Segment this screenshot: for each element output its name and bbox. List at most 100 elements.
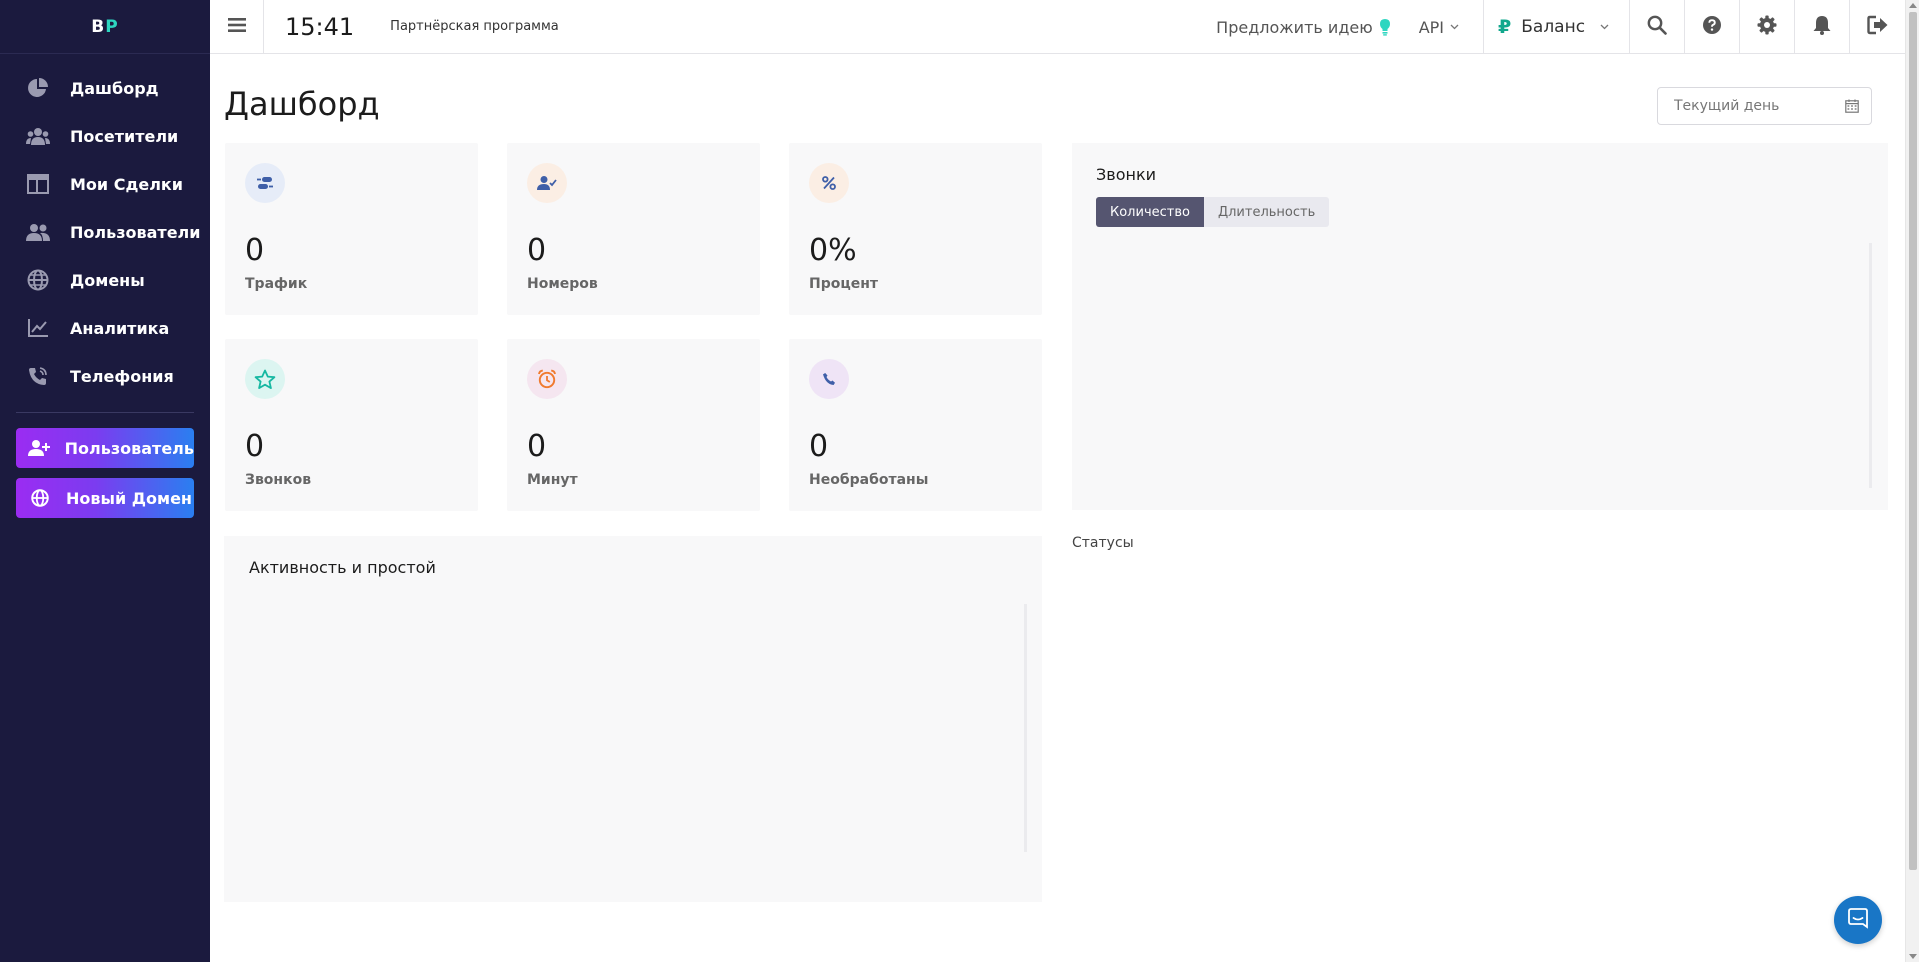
calls-panel: Звонки Количество Длительность: [1072, 143, 1888, 510]
help-icon: [1703, 16, 1721, 38]
api-label: API: [1418, 17, 1444, 37]
balance-dropdown[interactable]: ₽ Баланс: [1483, 0, 1630, 54]
add-user-button[interactable]: Пользователь: [16, 428, 194, 468]
tab-duration[interactable]: Длительность: [1203, 197, 1330, 227]
api-dropdown[interactable]: API: [1419, 18, 1459, 37]
stat-card-minutes: 0 Минут: [507, 339, 760, 511]
globe-icon: [26, 268, 50, 292]
date-input[interactable]: [1674, 98, 1834, 114]
traffic-icon: [245, 163, 285, 203]
calls-panel-title: Звонки: [1096, 165, 1156, 184]
sidebar-item-label: Аналитика: [70, 318, 170, 338]
hamburger-icon: [227, 17, 246, 37]
sidebar-nav: Дашборд Посетители Мои Сделки Пользовате…: [0, 64, 210, 400]
partner-program-link[interactable]: Партнёрская программа: [390, 19, 559, 34]
ruble-icon: ₽: [1498, 16, 1512, 38]
stat-label: Минут: [527, 472, 578, 488]
notifications-button[interactable]: [1795, 0, 1850, 54]
sidebar-item-domains[interactable]: Домены: [0, 256, 210, 304]
stat-card-traffic: 0 Трафик: [225, 143, 478, 315]
user-check-icon: [527, 163, 567, 203]
statuses-heading: Статусы: [1072, 535, 1134, 551]
scrollbar-thumb[interactable]: [1909, 12, 1917, 870]
activity-panel: Активность и простой: [224, 536, 1042, 902]
suggest-idea-label: Предложить идею: [1216, 17, 1373, 37]
calls-mode-toggle: Количество Длительность: [1096, 197, 1330, 227]
logout-button[interactable]: [1850, 0, 1905, 54]
new-domain-label: Новый Домен: [66, 488, 192, 508]
chat-widget-button[interactable]: [1834, 896, 1882, 944]
chevron-down-icon: [1450, 24, 1459, 30]
sidebar-item-label: Дашборд: [70, 78, 159, 98]
chevron-down-icon: [1600, 24, 1609, 30]
sidebar-item-label: Посетители: [70, 126, 179, 146]
search-icon: [1647, 15, 1667, 39]
stat-value: 0: [245, 233, 265, 268]
sidebar: BP Дашборд Посетители Мои Сделки Пользов…: [0, 0, 210, 962]
logo[interactable]: BP: [0, 0, 210, 54]
sidebar-item-telephony[interactable]: Телефония: [0, 352, 210, 400]
bell-icon: [1813, 15, 1831, 39]
stat-card-percent: 0% Процент: [789, 143, 1042, 315]
user-group-icon: [26, 220, 50, 244]
logo-part-1: B: [91, 16, 106, 37]
star-icon: [245, 359, 285, 399]
menu-toggle-button[interactable]: [210, 0, 264, 54]
sidebar-item-dashboard[interactable]: Дашборд: [0, 64, 210, 112]
user-plus-icon: [28, 436, 51, 460]
topbar-actions: Предложить идею API ₽ Баланс: [1216, 0, 1905, 54]
page-title: Дашборд: [224, 85, 380, 123]
users-icon: [26, 124, 50, 148]
scroll-up-arrow-icon[interactable]: [1909, 3, 1917, 8]
suggest-idea-link[interactable]: Предложить идею: [1216, 18, 1391, 37]
page-scrollbar[interactable]: [1905, 0, 1919, 962]
sidebar-divider: [16, 412, 194, 413]
scroll-down-arrow-icon[interactable]: [1909, 954, 1917, 959]
stat-label: Процент: [809, 276, 879, 292]
clock: 15:41: [285, 12, 355, 41]
chart-line-icon: [26, 316, 50, 340]
lightbulb-icon: [1379, 18, 1391, 36]
stat-label: Звонков: [245, 472, 312, 488]
sidebar-item-label: Домены: [70, 270, 145, 290]
help-button[interactable]: [1685, 0, 1740, 54]
sidebar-item-users[interactable]: Пользователи: [0, 208, 210, 256]
stat-label: Номеров: [527, 276, 598, 292]
search-button[interactable]: [1630, 0, 1685, 54]
new-domain-button[interactable]: Новый Домен: [16, 478, 194, 518]
stat-value: 0: [527, 429, 547, 464]
gear-icon: [1757, 15, 1777, 39]
logout-icon: [1866, 15, 1889, 39]
activity-chart-scrollbar[interactable]: [1024, 604, 1027, 852]
stat-value: 0: [245, 429, 265, 464]
stat-card-unprocessed: 0 Необработаны: [789, 339, 1042, 511]
stat-card-calls: 0 Звонков: [225, 339, 478, 511]
calendar-icon[interactable]: [1845, 99, 1859, 113]
stat-value: 0%: [809, 233, 857, 268]
stat-value: 0: [809, 429, 829, 464]
sidebar-item-label: Пользователи: [70, 222, 201, 242]
stat-value: 0: [527, 233, 547, 268]
topbar: 15:41 Партнёрская программа Предложить и…: [210, 0, 1905, 54]
settings-button[interactable]: [1740, 0, 1795, 54]
logo-part-2: P: [105, 16, 119, 37]
sidebar-item-visitors[interactable]: Посетители: [0, 112, 210, 160]
stat-label: Трафик: [245, 276, 308, 292]
phone-icon: [809, 359, 849, 399]
table-icon: [26, 172, 50, 196]
phone-icon: [26, 364, 50, 388]
globe-icon: [28, 486, 52, 510]
sidebar-item-deals[interactable]: Мои Сделки: [0, 160, 210, 208]
sidebar-item-analytics[interactable]: Аналитика: [0, 304, 210, 352]
stat-label: Необработаны: [809, 472, 929, 488]
balance-label: Баланс: [1521, 17, 1586, 37]
activity-panel-title: Активность и простой: [249, 558, 436, 577]
date-picker[interactable]: [1657, 87, 1872, 125]
sidebar-item-label: Мои Сделки: [70, 174, 183, 194]
calls-chart-scrollbar[interactable]: [1869, 243, 1872, 488]
tab-count[interactable]: Количество: [1096, 197, 1204, 227]
pie-chart-icon: [26, 76, 50, 100]
add-user-label: Пользователь: [64, 438, 194, 458]
stat-card-numbers: 0 Номеров: [507, 143, 760, 315]
alarm-clock-icon: [527, 359, 567, 399]
